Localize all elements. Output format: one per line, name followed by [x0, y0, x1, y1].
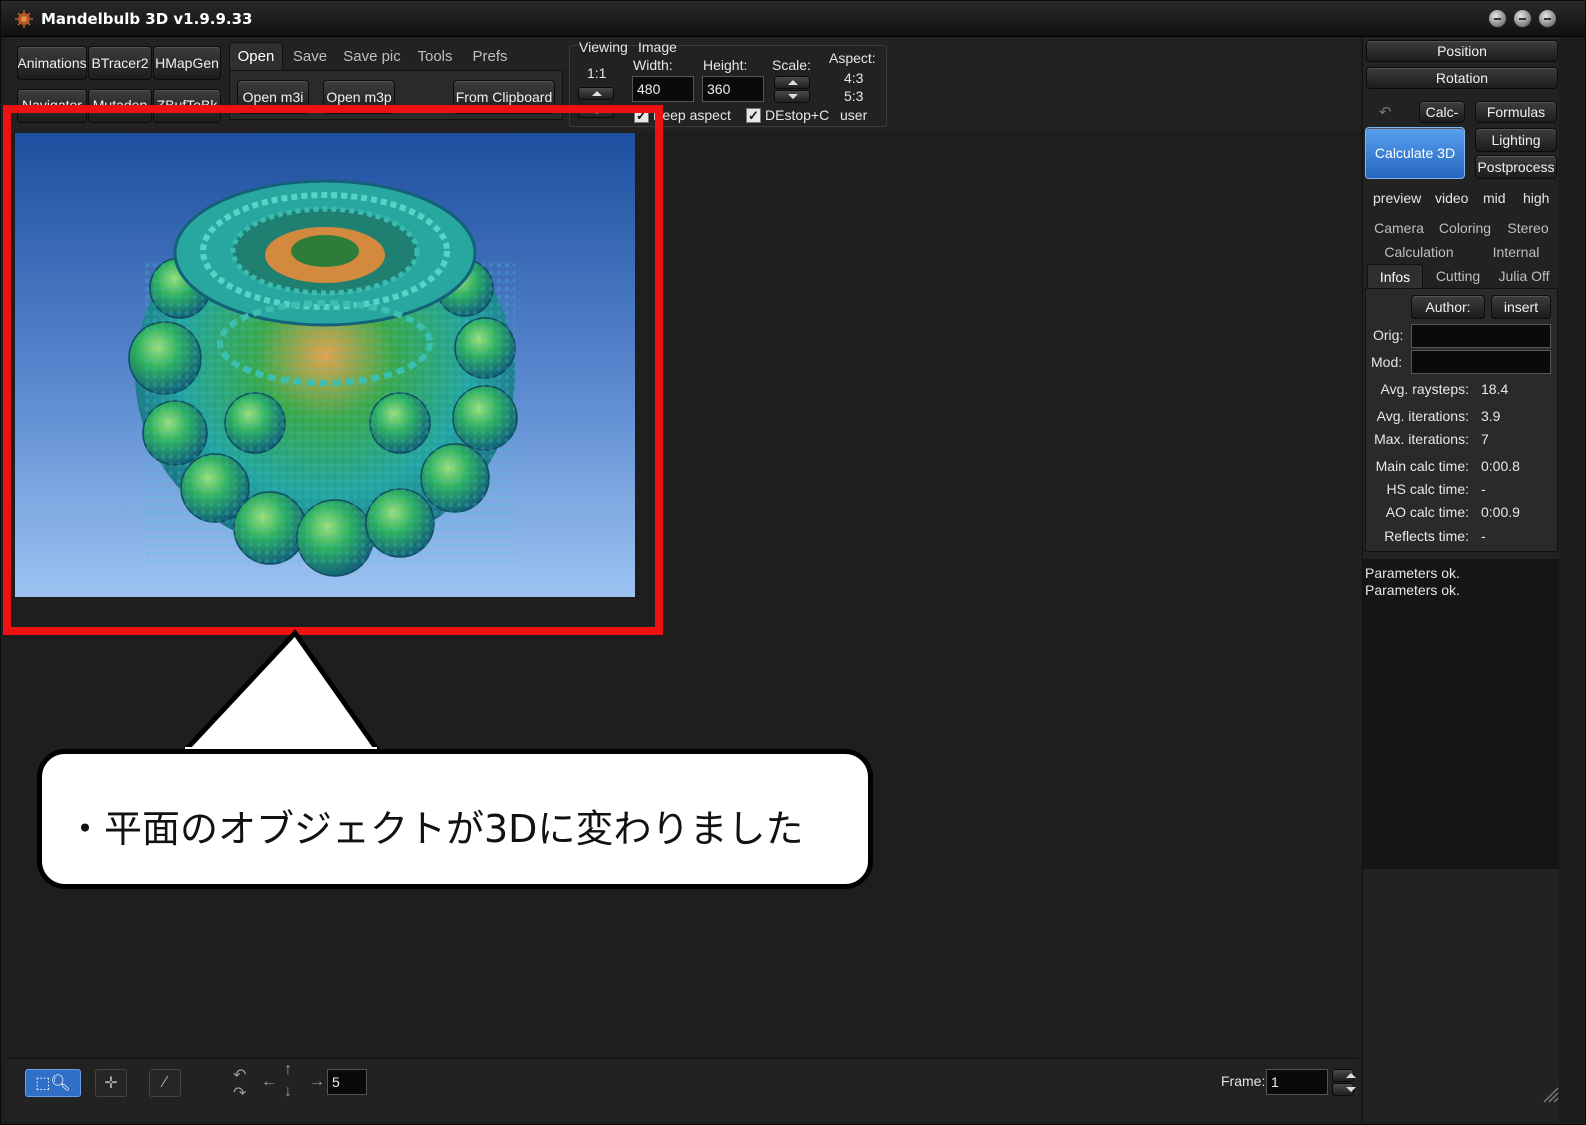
scale-down-button[interactable]	[774, 90, 810, 103]
scale-up-button[interactable]	[774, 76, 810, 89]
viewing-label: Viewing	[579, 39, 628, 55]
bottom-toolbar: ⬚🔍︎ ✛ ⁄ ↶ ↷ ← ↑ ↓ → Frame:	[7, 1058, 1359, 1122]
maximize-button[interactable]	[1513, 9, 1532, 28]
keep-aspect-label: Keep aspect	[653, 107, 731, 123]
tab-infos[interactable]: Infos	[1367, 264, 1423, 288]
quality-preview[interactable]: preview	[1373, 190, 1421, 206]
frame-down-button[interactable]	[1332, 1083, 1356, 1096]
mandelbulb-app-icon	[15, 10, 33, 28]
tab-camera[interactable]: Camera	[1367, 217, 1431, 239]
image-label: Image	[638, 39, 677, 55]
destop-checkbox[interactable]: ✓	[746, 108, 761, 123]
btracer2-button[interactable]: BTracer2	[88, 46, 152, 80]
right-panel: Position Rotation ↶ Calc- Formulas Calcu…	[1362, 37, 1560, 1122]
aspect-option-user[interactable]: user	[840, 107, 867, 123]
crosshair-icon: ✛	[104, 1075, 118, 1092]
minimize-button[interactable]	[1488, 9, 1507, 28]
callout-text: ・平面のオブジェクトが3Dに変わりました	[66, 807, 804, 851]
postprocess-button[interactable]: Postprocess	[1475, 155, 1557, 179]
hmapgen-button[interactable]: HMapGen	[153, 46, 221, 80]
formulas-button[interactable]: Formulas	[1475, 101, 1557, 123]
window-title: Mandelbulb 3D v1.9.9.33	[41, 10, 253, 28]
rotate-right-icon[interactable]: ↷	[233, 1083, 246, 1103]
tab-coloring[interactable]: Coloring	[1433, 217, 1497, 239]
height-input[interactable]	[702, 76, 764, 102]
calculate-3d-button[interactable]: Calculate 3D	[1365, 127, 1465, 179]
frame-input[interactable]	[1266, 1069, 1328, 1095]
scale-label: Scale:	[772, 57, 811, 73]
frame-label: Frame:	[1221, 1073, 1266, 1089]
quality-video[interactable]: video	[1435, 190, 1468, 206]
step-input[interactable]	[327, 1069, 367, 1095]
calc-button[interactable]: Calc-	[1419, 101, 1465, 123]
orig-input[interactable]	[1411, 324, 1551, 348]
title-bar: Mandelbulb 3D v1.9.9.33	[1, 1, 1585, 37]
author-button[interactable]: Author:	[1411, 295, 1485, 319]
quality-high[interactable]: high	[1523, 190, 1549, 206]
log-line: Parameters ok.	[1365, 565, 1460, 581]
mod-label: Mod:	[1371, 354, 1403, 370]
lighting-button[interactable]: Lighting	[1475, 128, 1557, 152]
animations-button[interactable]: Animations	[17, 46, 87, 80]
undo-icon[interactable]: ↶	[1379, 103, 1392, 121]
frame-up-button[interactable]	[1332, 1069, 1356, 1082]
right-edge-strip	[1559, 37, 1585, 1122]
width-input[interactable]	[632, 76, 694, 102]
app-window: Mandelbulb 3D v1.9.9.33 Animations BTrac…	[0, 0, 1586, 1125]
tab-cutting[interactable]: Cutting	[1427, 265, 1489, 287]
viewing-ratio: 1:1	[587, 65, 607, 81]
tab-calculation[interactable]: Calculation	[1367, 241, 1471, 263]
callout-tail	[177, 629, 385, 755]
message-log: Parameters ok. Parameters ok.	[1363, 559, 1560, 869]
move-up-icon[interactable]: ↑	[284, 1061, 292, 1079]
tab-julia-off[interactable]: Julia Off	[1491, 265, 1557, 287]
insert-button[interactable]: insert	[1491, 295, 1551, 319]
resize-grip-icon[interactable]	[1541, 1085, 1559, 1103]
rotation-button[interactable]: Rotation	[1366, 67, 1558, 89]
mod-input[interactable]	[1411, 350, 1551, 374]
pick-icon: ⁄	[163, 1074, 167, 1091]
orig-label: Orig:	[1373, 327, 1404, 343]
crosshair-tool-button[interactable]: ✛	[95, 1069, 127, 1097]
viewing-up-button[interactable]	[578, 87, 614, 100]
position-button[interactable]: Position	[1366, 40, 1558, 62]
highlight-frame	[3, 105, 663, 635]
tab-open[interactable]: Open	[229, 42, 283, 70]
close-button[interactable]	[1538, 9, 1557, 28]
aspect-option-5-3[interactable]: 5:3	[844, 88, 863, 104]
tab-prefs[interactable]: Prefs	[465, 42, 515, 70]
move-down-icon[interactable]: ↓	[284, 1083, 292, 1101]
tab-stereo[interactable]: Stereo	[1499, 217, 1557, 239]
aspect-label: Aspect:	[829, 50, 876, 66]
tab-tools[interactable]: Tools	[409, 42, 461, 70]
tab-internal[interactable]: Internal	[1475, 241, 1557, 263]
pick-tool-button[interactable]: ⁄	[149, 1069, 181, 1097]
aspect-option-4-3[interactable]: 4:3	[844, 70, 863, 86]
log-line: Parameters ok.	[1365, 582, 1460, 598]
select-zoom-icon: ⬚🔍︎	[35, 1075, 71, 1092]
move-right-icon[interactable]: →	[309, 1073, 325, 1091]
move-left-icon[interactable]: ←	[261, 1073, 277, 1091]
rotate-left-icon[interactable]: ↶	[233, 1065, 246, 1085]
height-label: Height:	[703, 57, 748, 73]
quality-mid[interactable]: mid	[1483, 190, 1506, 206]
destop-label: DEstop+C	[765, 107, 830, 123]
tab-save[interactable]: Save	[285, 42, 335, 70]
width-label: Width:	[633, 57, 673, 73]
tab-save-pic[interactable]: Save pic	[339, 42, 405, 70]
annotation-callout: ・平面のオブジェクトが3Dに変わりました	[37, 749, 873, 889]
select-zoom-tool-button[interactable]: ⬚🔍︎	[25, 1069, 81, 1097]
